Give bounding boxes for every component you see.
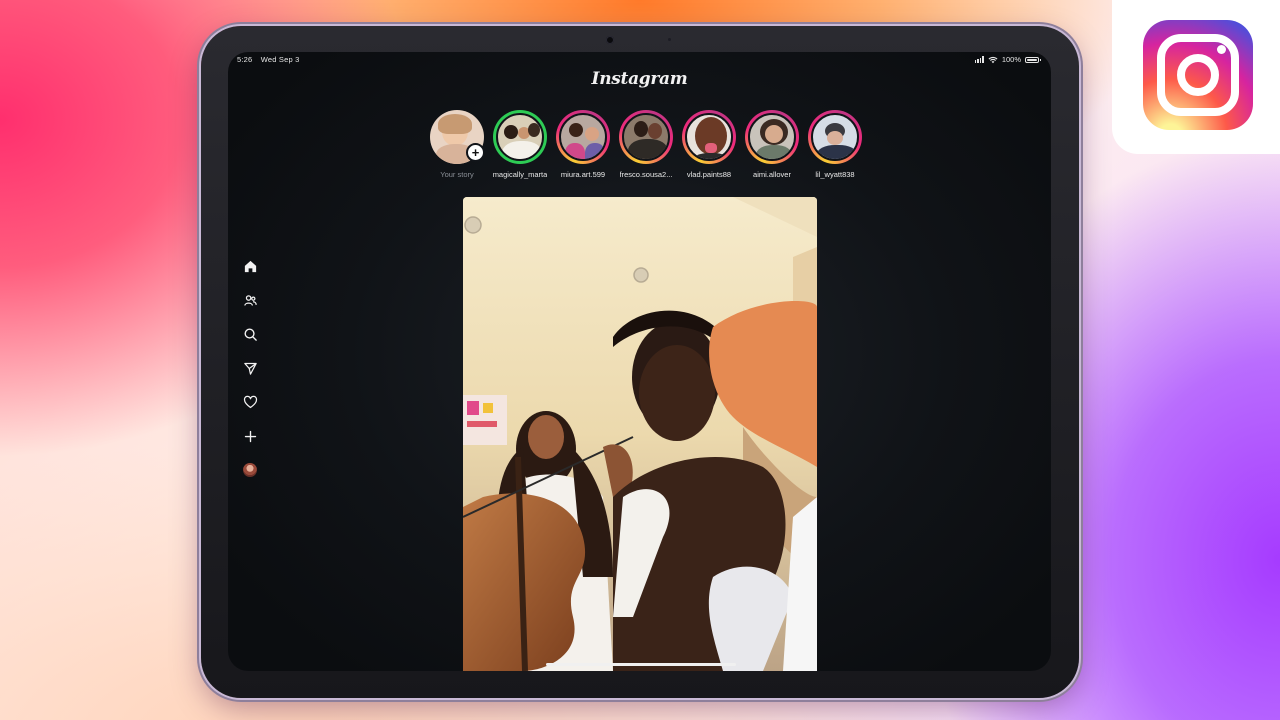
avatar xyxy=(811,113,859,161)
avatar xyxy=(496,113,544,161)
stories-tray: + Your story magically_marta miura.art.5… xyxy=(429,110,863,179)
story-username: Your story xyxy=(440,170,474,179)
ambient-sensor xyxy=(668,38,671,41)
sidebar-item-create[interactable] xyxy=(241,427,259,445)
search-icon xyxy=(244,328,257,341)
status-bar-left: 5:26 Wed Sep 3 xyxy=(237,55,305,64)
sidebar-item-messages[interactable] xyxy=(241,359,259,377)
home-icon xyxy=(244,260,256,272)
sidebar-item-friends[interactable] xyxy=(241,291,259,309)
story-item[interactable]: fresco.sousa2... xyxy=(618,110,674,179)
story-item[interactable]: vlad.paints88 xyxy=(681,110,737,179)
instagram-wordmark[interactable]: Instagram xyxy=(228,69,1051,89)
instagram-lens-icon xyxy=(1177,54,1219,96)
story-item[interactable]: miura.art.599 xyxy=(555,110,611,179)
story-avatar-ring xyxy=(745,110,799,164)
avatar xyxy=(622,113,670,161)
wifi-icon xyxy=(988,56,998,63)
heart-icon xyxy=(243,395,257,408)
story-item[interactable]: aimi.allover xyxy=(744,110,800,179)
story-avatar-ring xyxy=(493,110,547,164)
story-username: lil_wyatt838 xyxy=(815,170,855,179)
send-icon xyxy=(243,362,257,375)
story-username: magically_marta xyxy=(492,170,548,179)
avatar xyxy=(559,113,607,161)
story-item[interactable]: lil_wyatt838 xyxy=(807,110,863,179)
status-date: Wed Sep 3 xyxy=(260,55,300,64)
sidebar-item-home[interactable] xyxy=(241,257,259,275)
story-username: vlad.paints88 xyxy=(686,170,732,179)
people-icon xyxy=(243,294,257,306)
cellular-signal-icon xyxy=(974,56,984,63)
sidebar-item-profile[interactable] xyxy=(241,461,259,479)
avatar xyxy=(685,113,733,161)
story-avatar-ring xyxy=(682,110,736,164)
feed-post-photo[interactable] xyxy=(463,197,817,671)
instagram-flash-dot-icon xyxy=(1217,45,1226,54)
story-username: fresco.sousa2... xyxy=(619,170,673,179)
status-bar-right: 100% xyxy=(974,55,1041,64)
story-item[interactable]: magically_marta xyxy=(492,110,548,179)
story-avatar-ring xyxy=(808,110,862,164)
avatar xyxy=(748,113,796,161)
app-screen: 5:26 Wed Sep 3 100% Instagram + Your sto… xyxy=(228,52,1051,671)
sidebar-item-activity[interactable] xyxy=(241,393,259,411)
home-indicator[interactable] xyxy=(546,663,736,666)
story-avatar-ring xyxy=(556,110,610,164)
avatar xyxy=(243,463,257,477)
battery-icon xyxy=(1025,56,1041,63)
add-story-plus-icon[interactable]: + xyxy=(466,143,485,162)
battery-level xyxy=(1027,58,1037,61)
story-avatar-ring xyxy=(619,110,673,164)
sidebar-item-search[interactable] xyxy=(241,325,259,343)
battery-percentage: 100% xyxy=(1001,55,1021,64)
story-username: aimi.allover xyxy=(753,170,791,179)
story-item-your-story[interactable]: + Your story xyxy=(429,110,485,179)
front-camera xyxy=(606,36,614,44)
sidebar-nav xyxy=(240,257,260,479)
post-photo xyxy=(463,197,817,671)
story-username: miura.art.599 xyxy=(560,170,606,179)
status-time: 5:26 xyxy=(237,55,253,64)
story-avatar-ring: + xyxy=(430,110,485,164)
plus-icon xyxy=(244,430,256,442)
